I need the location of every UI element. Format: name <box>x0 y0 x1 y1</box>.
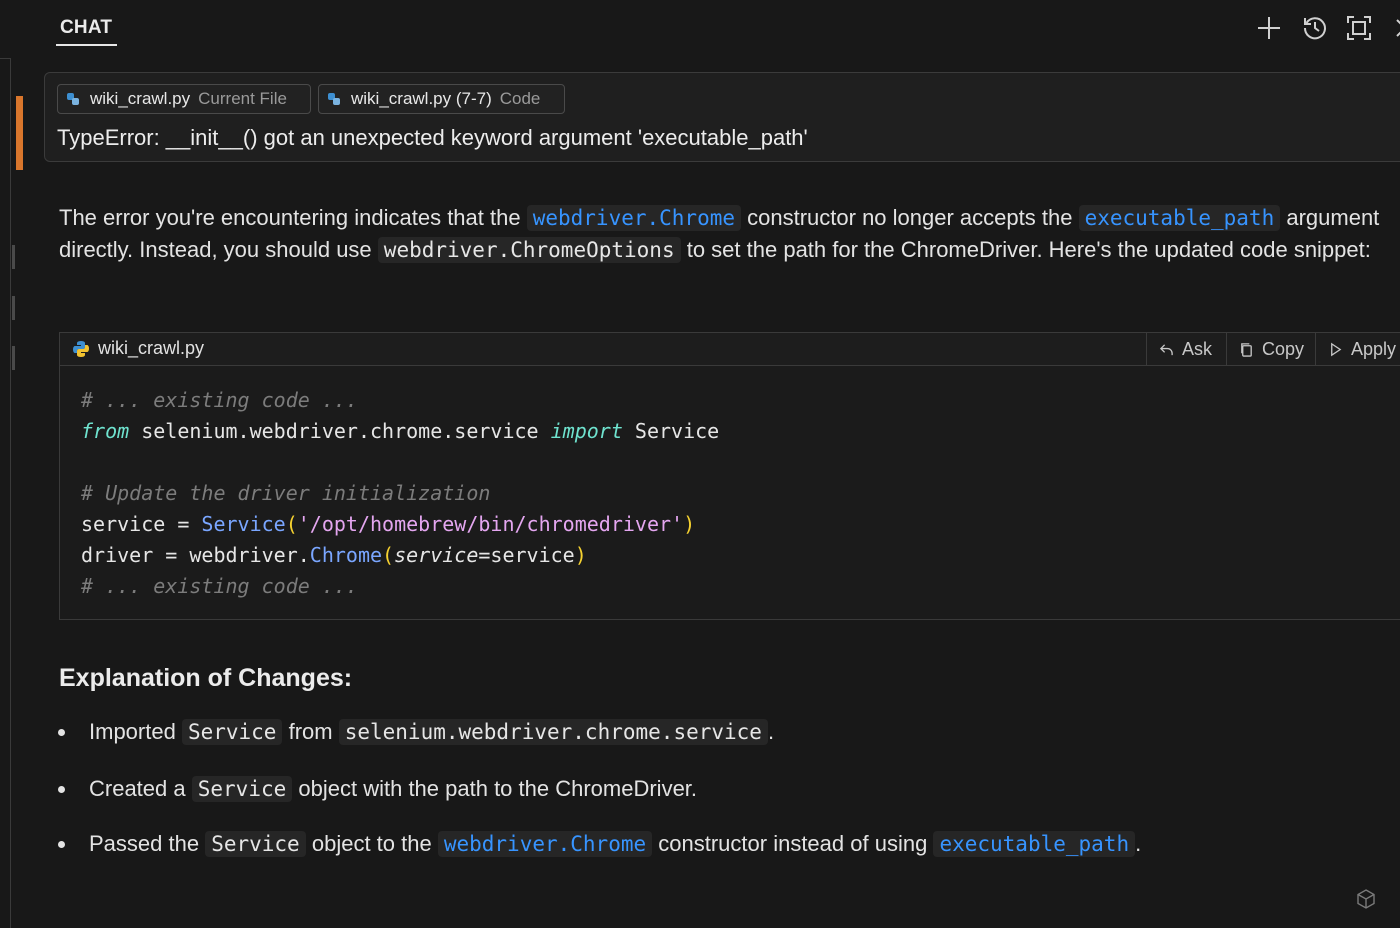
context-pill-code[interactable]: wiki_crawl.py (7-7) Code <box>318 84 565 114</box>
inline-code: Service <box>205 831 306 857</box>
active-tab-indicator <box>56 44 117 46</box>
close-icon[interactable] <box>1391 14 1400 42</box>
apply-label: Apply <box>1351 338 1397 359</box>
bullet-dot <box>58 786 65 793</box>
code-line: # Update the driver initialization <box>81 481 491 505</box>
code-line: # ... existing code ... <box>81 388 358 412</box>
chat-input-box[interactable]: wiki_crawl.py Current File wiki_crawl.py… <box>44 72 1400 162</box>
pill-filename: wiki_crawl.py <box>90 89 191 108</box>
list-item: Passed the Service object to the webdriv… <box>58 828 1141 860</box>
play-icon <box>1331 342 1342 356</box>
apply-button[interactable]: Apply <box>1315 333 1400 365</box>
explanation-heading: Explanation of Changes: <box>59 664 353 692</box>
editor-edge <box>0 0 25 928</box>
plus-icon[interactable] <box>1255 14 1283 42</box>
inline-code-link[interactable]: executable_path <box>1078 205 1281 231</box>
bullet-dot <box>58 841 65 848</box>
code-block-filename: wiki_crawl.py <box>72 338 204 359</box>
response-text: constructor no longer accepts the <box>747 205 1073 230</box>
inline-code: Service <box>191 776 293 802</box>
inline-code: selenium.webdriver.chrome.service <box>338 719 768 745</box>
inline-code-link[interactable]: webdriver.Chrome <box>526 205 742 231</box>
pill-kind: Code <box>499 89 541 108</box>
code-line: service = Service('/opt/homebrew/bin/chr… <box>81 512 696 536</box>
code-content: # ... existing code ... from selenium.we… <box>81 385 719 602</box>
inline-code-link[interactable]: webdriver.Chrome <box>437 831 653 857</box>
copy-button[interactable]: Copy <box>1226 333 1315 365</box>
pill-kind: Current File <box>198 89 287 108</box>
ask-label: Ask <box>1182 338 1213 359</box>
cube-icon[interactable] <box>1355 888 1377 910</box>
python-file-icon <box>328 93 340 105</box>
inline-code: Service <box>181 719 283 745</box>
editor-border-notch <box>0 58 10 59</box>
history-icon[interactable] <box>1301 14 1329 42</box>
inline-code-link[interactable]: executable_path <box>933 831 1136 857</box>
copy-icon <box>1241 342 1252 357</box>
python-file-icon <box>67 93 79 105</box>
pill-filename: wiki_crawl.py (7-7) <box>351 89 492 108</box>
maximize-icon[interactable] <box>1345 14 1373 42</box>
list-item: Created a Service object with the path t… <box>58 773 697 805</box>
editor-border <box>10 58 11 928</box>
user-query: TypeError: __init__() got an unexpected … <box>57 125 808 150</box>
response-text: to set the path for the ChromeDriver. He… <box>686 237 1371 262</box>
list-item: Imported Service from selenium.webdriver… <box>58 716 774 748</box>
scroll-marker <box>12 346 15 370</box>
code-line: from selenium.webdriver.chrome.service i… <box>81 419 720 443</box>
reply-icon <box>1159 343 1173 355</box>
scroll-marker <box>12 245 15 269</box>
bullet-dot <box>58 729 65 736</box>
inline-code: webdriver.ChromeOptions <box>377 237 681 263</box>
response-paragraph: The error you're encountering indicates … <box>59 202 1389 266</box>
code-block-header: wiki_crawl.py Ask Copy Apply <box>60 333 1400 366</box>
tab-chat[interactable]: CHAT <box>60 17 112 39</box>
modified-line-marker <box>16 96 23 170</box>
context-pill-current-file[interactable]: wiki_crawl.py Current File <box>57 84 311 114</box>
code-filename-label: wiki_crawl.py <box>98 338 205 358</box>
ask-button[interactable]: Ask <box>1146 333 1226 365</box>
response-text: The error you're encountering indicates … <box>59 205 521 230</box>
scroll-marker <box>12 296 15 320</box>
code-line: driver = webdriver.Chrome(service=servic… <box>81 543 587 567</box>
chat-header: CHAT <box>25 0 1400 72</box>
python-file-icon <box>73 340 89 357</box>
code-line: # ... existing code ... <box>81 574 358 598</box>
code-block: wiki_crawl.py Ask Copy Apply # ... exist… <box>59 332 1400 620</box>
copy-label: Copy <box>1262 338 1305 359</box>
